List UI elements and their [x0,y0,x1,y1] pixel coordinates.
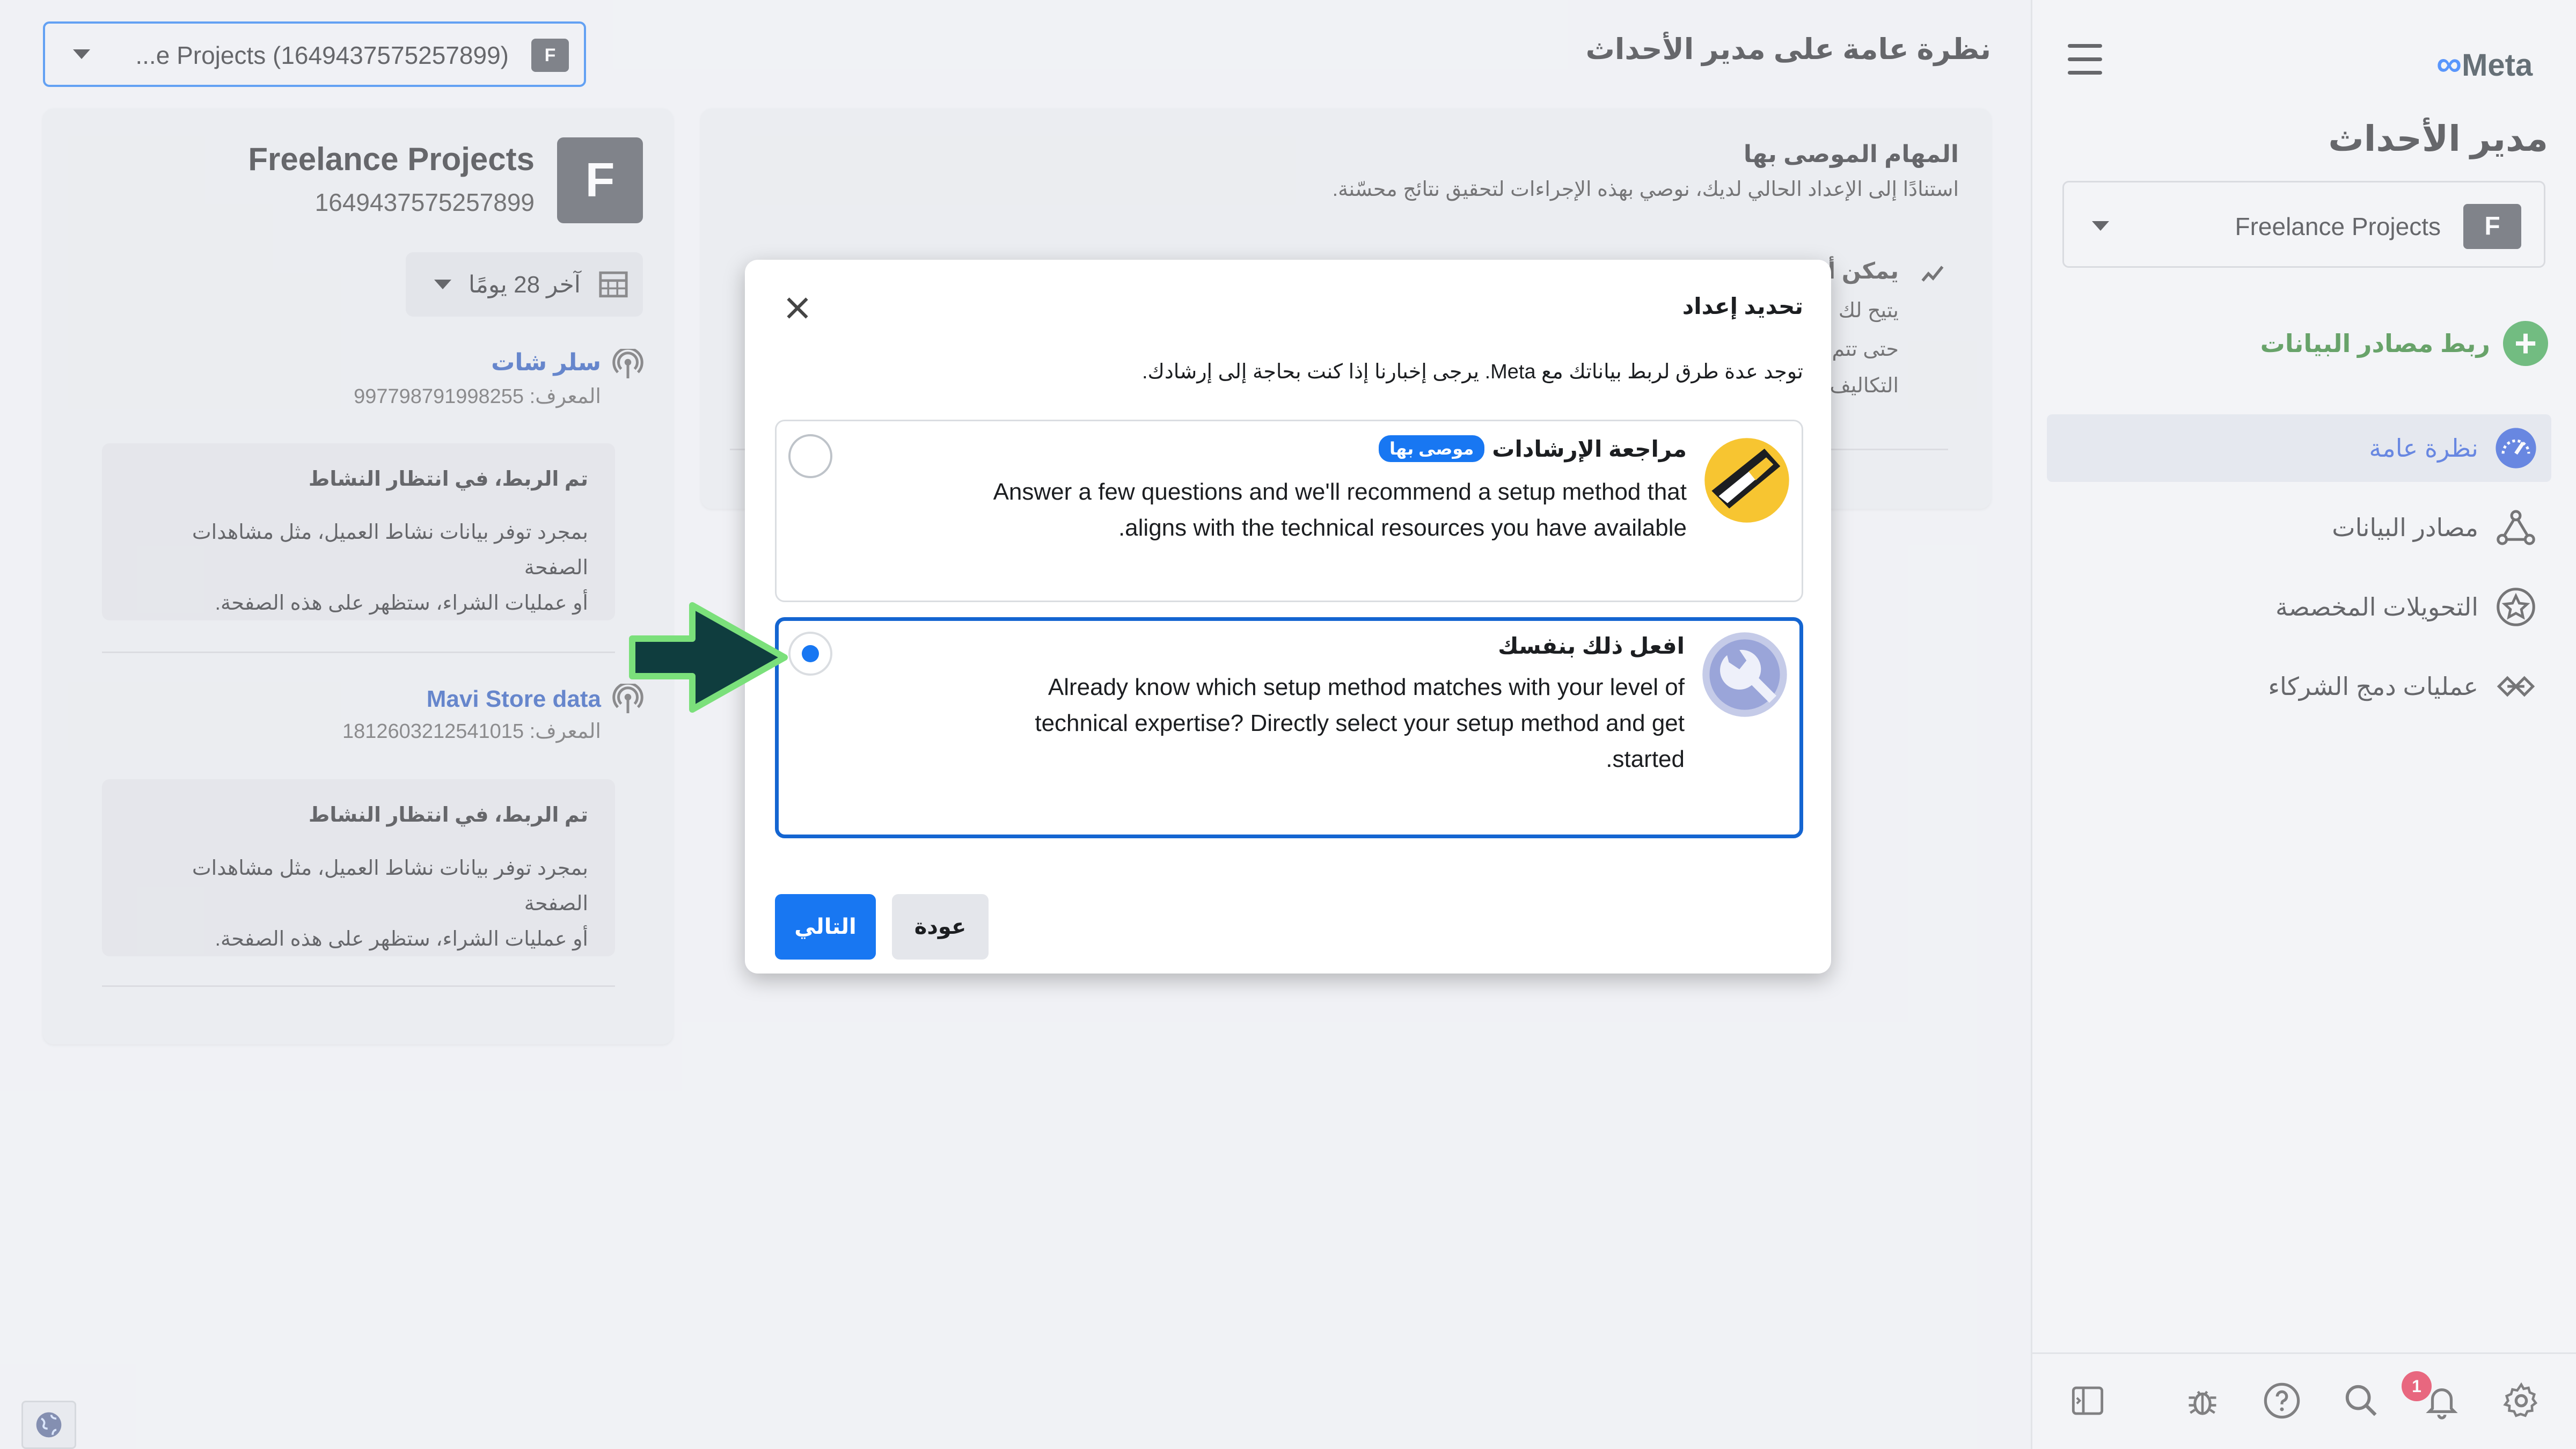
option-description-line-2: technical expertise? Directly select you… [1035,710,1685,736]
option-description: Already know which setup method matches … [923,669,1685,777]
option-description-line-1: Answer a few questions and we'll recomme… [993,479,1687,505]
option-description: Answer a few questions and we'll recomme… [925,474,1687,546]
option-title-text: مراجعة الإرشادات [1492,436,1687,462]
dialog-description: توجد عدة طرق لربط بياناتك مع Meta. يرجى … [1141,361,1803,383]
setup-selection-dialog: تحديد إعداد توجد عدة طرق لربط بياناتك مع… [745,260,1831,974]
option-description-line-3: started. [1606,746,1685,772]
close-icon[interactable] [781,292,814,324]
option-do-it-yourself[interactable]: افعل ذلك بنفسك Already know which setup … [775,617,1803,838]
dialog-title: تحديد إعداد [1682,294,1803,319]
back-button[interactable]: عودة [892,894,989,960]
guidance-icon [1704,438,1789,523]
recommended-badge: موصى بها [1379,435,1485,462]
wrench-icon [1702,632,1787,717]
option-radio-button-selected[interactable] [788,632,832,676]
option-title: افعل ذلك بنفسك [1498,633,1685,659]
option-title-text: افعل ذلك بنفسك [1498,633,1685,658]
option-review-guidance[interactable]: مراجعة الإرشادات موصى بها Answer a few q… [775,420,1803,602]
option-description-line-2: aligns with the technical resources you … [1118,515,1687,541]
option-radio-button[interactable] [788,434,832,478]
pointer-arrow-icon [629,602,788,713]
next-button[interactable]: التالي [775,894,876,960]
option-description-line-1: Already know which setup method matches … [1048,674,1685,700]
option-title: مراجعة الإرشادات موصى بها [1379,435,1687,462]
